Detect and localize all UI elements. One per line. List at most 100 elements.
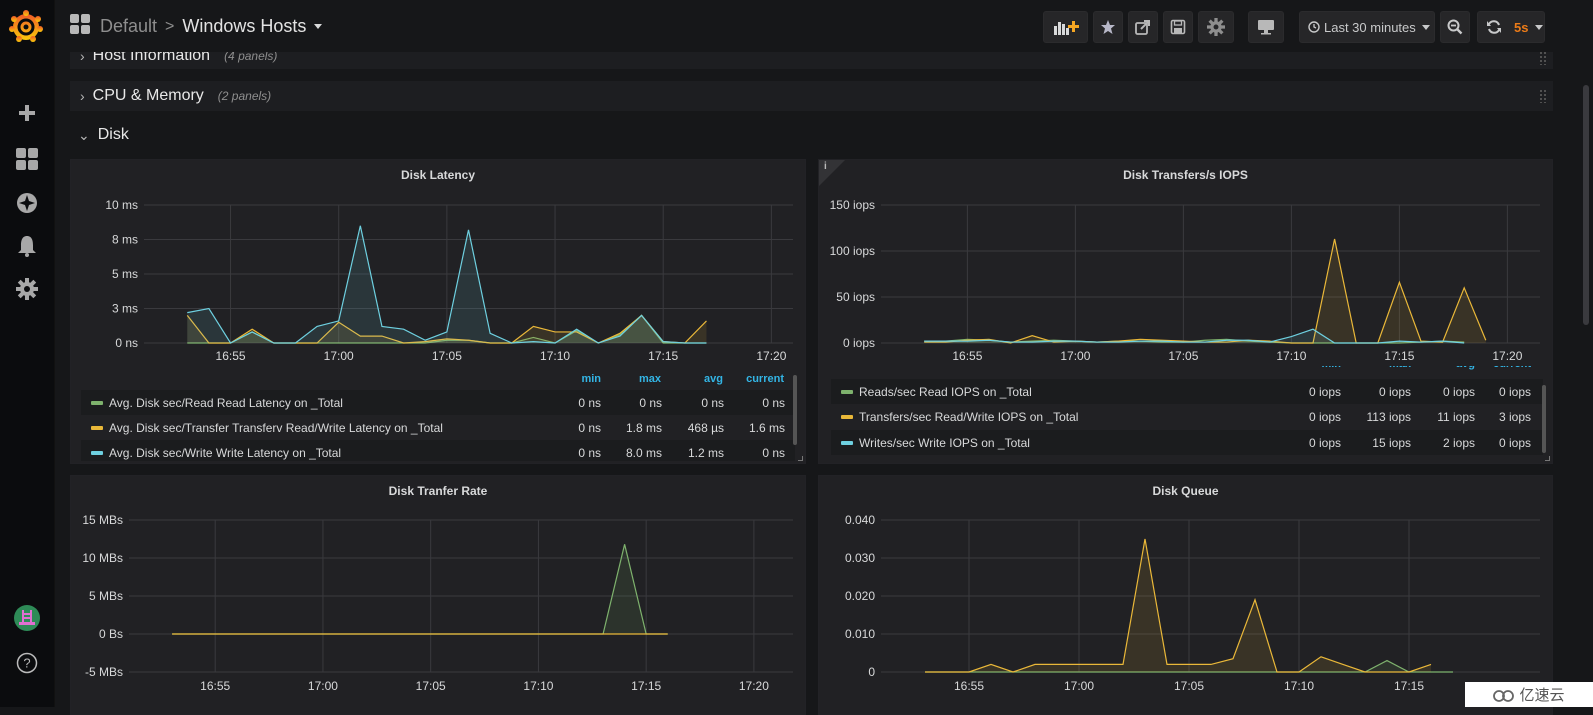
legend-header-current[interactable]: current bbox=[1481, 366, 1531, 374]
x-tick-label: 17:05 bbox=[432, 349, 462, 363]
disk-iops-graph[interactable]: 0 iops 50 iops 100 iops 150 iops 16:55 17:00 1… bbox=[819, 160, 1554, 375]
create-icon[interactable] bbox=[0, 96, 54, 130]
legend-item[interactable]: Reads/sec Read IOPS on _Total 0 iops 0 i… bbox=[831, 379, 1543, 404]
series-name[interactable]: Transfers/sec Read/Write IOPS on _Total bbox=[859, 410, 1078, 424]
series-color-swatch[interactable] bbox=[91, 400, 103, 405]
row-title: CPU & Memory bbox=[92, 87, 204, 104]
refresh-interval: 5s bbox=[1514, 19, 1529, 35]
row-disk[interactable]: ⌄ Disk bbox=[70, 120, 129, 150]
legend-header-avg[interactable]: avg bbox=[681, 373, 723, 389]
chevron-down-icon: ⌄ bbox=[78, 126, 90, 143]
row-drag-handle[interactable] bbox=[1539, 51, 1547, 65]
legend-header-min[interactable]: min bbox=[1291, 366, 1341, 374]
panel-disk-transfer-rate[interactable]: Disk Tranfer Rate -5 MBs 0 Bs 5 MBs 10 MBs 1… bbox=[70, 475, 806, 715]
x-tick-label: 17:15 bbox=[648, 349, 678, 363]
folder-link[interactable]: Default bbox=[100, 16, 157, 37]
x-tick-label: 17:20 bbox=[739, 679, 769, 693]
legend-item[interactable]: Avg. Disk sec/Read Read Latency on _Tota… bbox=[81, 390, 795, 415]
legend-min: 0 iops bbox=[1308, 409, 1341, 424]
x-tick-label: 17:00 bbox=[308, 679, 338, 693]
chevron-right-icon: › bbox=[80, 88, 85, 104]
legend-table: min max avg current Reads/sec Read IOPS … bbox=[831, 366, 1543, 461]
row-cpu-memory[interactable]: › CPU & Memory (2 panels) bbox=[70, 81, 1553, 111]
breadcrumb: Default > Windows Hosts bbox=[70, 14, 323, 39]
series-name[interactable]: Avg. Disk sec/Read Read Latency on _Tota… bbox=[109, 396, 343, 410]
series-color-swatch[interactable] bbox=[841, 414, 853, 419]
zoom-out-button[interactable] bbox=[1440, 11, 1470, 43]
monitor-icon bbox=[1258, 20, 1274, 35]
panel-disk-latency[interactable]: Disk Latency 0 ns 3 ms 5 ms 8 ms 10 ms 16:55 1… bbox=[70, 159, 806, 464]
y-tick-label: 0.020 bbox=[845, 589, 875, 603]
add-panel-icon bbox=[1053, 21, 1079, 35]
legend-item[interactable]: Avg. Disk sec/Write Write Latency on _To… bbox=[81, 440, 795, 461]
grafana-logo[interactable] bbox=[9, 10, 43, 44]
x-tick-label: 17:10 bbox=[540, 349, 570, 363]
legend-current: 3 iops bbox=[1498, 409, 1531, 424]
panel-disk-transfers-iops[interactable]: i Disk Transfers/s IOPS 0 iops 50 iops 100… bbox=[818, 159, 1553, 464]
legend-max: 8.0 ms bbox=[625, 445, 662, 460]
series-area bbox=[925, 539, 1431, 672]
save-icon bbox=[1170, 19, 1186, 35]
configuration-gear-icon[interactable] bbox=[0, 272, 54, 306]
x-tick-label: 17:10 bbox=[1276, 349, 1306, 363]
add-panel-button[interactable] bbox=[1043, 11, 1088, 43]
dashboard-title[interactable]: Windows Hosts bbox=[182, 16, 306, 37]
series-name[interactable]: Writes/sec Write IOPS on _Total bbox=[859, 436, 1030, 450]
tv-mode-button[interactable] bbox=[1248, 11, 1284, 43]
y-tick-label: 0 bbox=[868, 665, 875, 679]
legend-current: 1.6 ms bbox=[748, 420, 785, 435]
legend-header-min[interactable]: min bbox=[561, 373, 601, 389]
panel-resize-handle[interactable] bbox=[1545, 456, 1550, 461]
legend-item[interactable]: Transfers/sec Read/Write IOPS on _Total … bbox=[831, 404, 1543, 429]
y-tick-label: 0.040 bbox=[845, 513, 875, 527]
series-color-swatch[interactable] bbox=[91, 425, 103, 430]
explore-icon[interactable] bbox=[0, 186, 54, 220]
x-tick-label: 17:15 bbox=[1394, 679, 1424, 693]
x-tick-label: 17:00 bbox=[1064, 679, 1094, 693]
refresh-picker[interactable]: 5s bbox=[1477, 11, 1545, 43]
legend-header-max[interactable]: max bbox=[621, 373, 661, 389]
series-line-queue[interactable] bbox=[925, 538, 1432, 673]
series-name[interactable]: Avg. Disk sec/Transfer Transferv Read/Wr… bbox=[109, 421, 443, 435]
series-name[interactable]: Reads/sec Read IOPS on _Total bbox=[859, 385, 1032, 399]
legend-header-max[interactable]: max bbox=[1361, 366, 1411, 374]
y-tick-label: 0 ns bbox=[115, 336, 138, 350]
alerting-bell-icon[interactable] bbox=[0, 229, 54, 263]
panel-resize-handle[interactable] bbox=[798, 456, 803, 461]
legend-header-avg[interactable]: avg bbox=[1431, 366, 1475, 374]
disk-transfer-rate-graph[interactable]: -5 MBs 0 Bs 5 MBs 10 MBs 15 MBs 16:55 17:00 17:… bbox=[71, 476, 807, 708]
row-drag-handle[interactable] bbox=[1539, 89, 1547, 103]
legend-current: 0 iops bbox=[1498, 384, 1531, 399]
time-range-picker[interactable]: Last 30 minutes bbox=[1299, 11, 1435, 43]
y-tick-label: 0 iops bbox=[843, 336, 875, 350]
x-tick-label: 16:55 bbox=[952, 349, 982, 363]
y-tick-label: 150 iops bbox=[830, 198, 875, 212]
legend-item[interactable]: Writes/sec Write IOPS on _Total 0 iops 1… bbox=[831, 430, 1543, 455]
legend-header-current[interactable]: current bbox=[731, 373, 784, 389]
legend-scrollbar[interactable] bbox=[1542, 385, 1546, 453]
page-scrollbar[interactable] bbox=[1583, 85, 1589, 325]
series-color-swatch[interactable] bbox=[841, 389, 853, 394]
save-button[interactable] bbox=[1163, 11, 1193, 43]
legend-scrollbar[interactable] bbox=[793, 375, 797, 445]
share-button[interactable] bbox=[1128, 11, 1158, 43]
star-button[interactable] bbox=[1093, 11, 1123, 43]
disk-queue-graph[interactable]: 0 0.010 0.020 0.030 0.040 16:55 17:00 17:05 17:1… bbox=[819, 476, 1554, 708]
dashboards-icon[interactable] bbox=[0, 142, 54, 176]
panel-disk-queue[interactable]: Disk Queue 0 0.010 0.020 0.030 0.040 16:55 17:… bbox=[818, 475, 1553, 715]
user-avatar[interactable] bbox=[0, 601, 54, 635]
settings-button[interactable] bbox=[1198, 11, 1234, 43]
help-icon[interactable]: ? bbox=[0, 646, 54, 680]
x-tick-label: 17:20 bbox=[1492, 349, 1522, 363]
disk-latency-graph[interactable]: 0 ns 3 ms 5 ms 8 ms 10 ms 16:55 17:00 17:05 17:1… bbox=[71, 160, 807, 375]
legend-max: 0 ns bbox=[639, 395, 662, 410]
x-tick-label: 17:15 bbox=[631, 679, 661, 693]
dashboard-caret-icon[interactable] bbox=[314, 24, 323, 29]
series-name[interactable]: Avg. Disk sec/Write Write Latency on _To… bbox=[109, 446, 341, 460]
legend-item[interactable]: Avg. Disk sec/Transfer Transferv Read/Wr… bbox=[81, 415, 795, 440]
refresh-icon bbox=[1487, 20, 1501, 34]
series-color-swatch[interactable] bbox=[91, 450, 103, 455]
legend-max: 1.8 ms bbox=[625, 420, 662, 435]
x-tick-label: 17:20 bbox=[756, 349, 786, 363]
series-color-swatch[interactable] bbox=[841, 440, 853, 445]
